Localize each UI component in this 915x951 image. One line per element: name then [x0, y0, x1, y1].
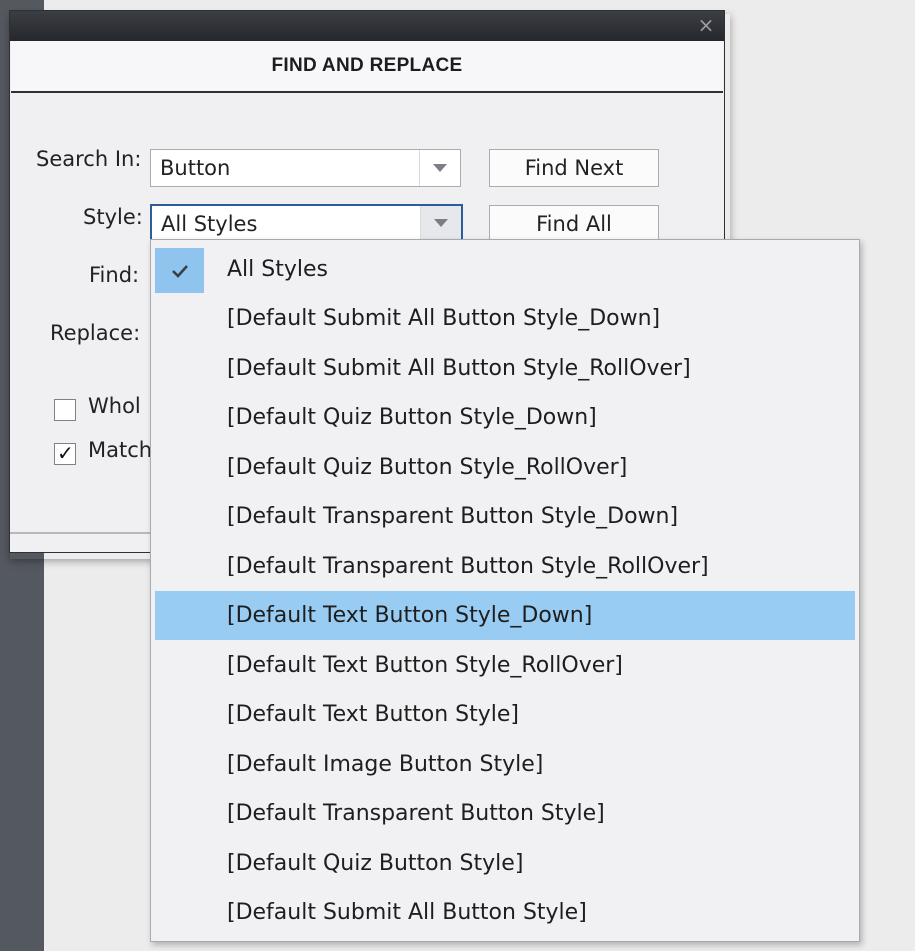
- chevron-down-icon[interactable]: [419, 150, 460, 186]
- dropdown-option[interactable]: [Default Transparent Button Style]: [155, 789, 855, 838]
- style-label: Style:: [83, 205, 143, 229]
- option-label: All Styles: [227, 257, 328, 282]
- dropdown-option[interactable]: [Default Quiz Button Style]: [155, 839, 855, 888]
- option-label: [Default Submit All Button Style_Down]: [227, 306, 661, 331]
- dropdown-option[interactable]: [Default Submit All Button Style_Down]: [155, 294, 855, 343]
- style-dropdown[interactable]: All Styles: [150, 204, 463, 242]
- style-value: All Styles: [161, 212, 258, 236]
- option-label: [Default Transparent Button Style_Down]: [227, 504, 679, 529]
- close-icon[interactable]: ×: [696, 13, 716, 37]
- dropdown-option[interactable]: [Default Quiz Button Style_Down]: [155, 393, 855, 442]
- dialog-title: FIND AND REPLACE: [11, 41, 723, 93]
- option-label: [Default Quiz Button Style_Down]: [227, 405, 597, 430]
- find-next-button[interactable]: Find Next: [489, 149, 659, 187]
- option-label: [Default Submit All Button Style_RollOve…: [227, 356, 691, 381]
- dropdown-option[interactable]: [Default Text Button Style_RollOver]: [155, 641, 855, 690]
- dropdown-option[interactable]: [Default Submit All Button Style]: [155, 888, 855, 937]
- dropdown-option[interactable]: [Default Transparent Button Style_Down]: [155, 492, 855, 541]
- option-label: [Default Transparent Button Style]: [227, 801, 605, 826]
- search-in-dropdown[interactable]: Button: [150, 149, 461, 187]
- dropdown-option-highlighted[interactable]: [Default Text Button Style_Down]: [155, 591, 855, 640]
- dropdown-option[interactable]: [Default Quiz Button Style_RollOver]: [155, 443, 855, 492]
- match-case-label: Match: [88, 438, 153, 462]
- check-icon: [155, 248, 204, 293]
- checkmark-icon: ✓: [57, 441, 74, 465]
- replace-label: Replace:: [50, 321, 141, 345]
- find-all-button[interactable]: Find All: [489, 205, 659, 243]
- dropdown-option[interactable]: All Styles: [155, 245, 855, 294]
- search-in-value: Button: [160, 156, 231, 180]
- dropdown-option[interactable]: [Default Image Button Style]: [155, 740, 855, 789]
- chevron-down-icon[interactable]: [420, 206, 461, 240]
- option-label: [Default Text Button Style_Down]: [227, 603, 593, 628]
- option-label: [Default Quiz Button Style]: [227, 851, 524, 876]
- option-label: [Default Transparent Button Style_RollOv…: [227, 554, 709, 579]
- dropdown-option[interactable]: [Default Text Button Style]: [155, 690, 855, 739]
- option-label: [Default Submit All Button Style]: [227, 900, 587, 925]
- whole-word-label: Whol: [88, 394, 141, 418]
- option-label: [Default Text Button Style_RollOver]: [227, 653, 623, 678]
- find-label: Find:: [89, 263, 140, 287]
- option-label: [Default Quiz Button Style_RollOver]: [227, 455, 628, 480]
- style-dropdown-list: All Styles [Default Submit All Button St…: [150, 239, 860, 942]
- match-case-checkbox[interactable]: ✓: [54, 441, 76, 465]
- option-label: [Default Image Button Style]: [227, 752, 544, 777]
- search-in-label: Search In:: [36, 147, 142, 171]
- dropdown-option[interactable]: [Default Transparent Button Style_RollOv…: [155, 542, 855, 591]
- whole-word-checkbox[interactable]: [54, 399, 76, 421]
- dropdown-option[interactable]: [Default Submit All Button Style_RollOve…: [155, 344, 855, 393]
- option-label: [Default Text Button Style]: [227, 702, 519, 727]
- dialog-titlebar[interactable]: ×: [10, 11, 724, 41]
